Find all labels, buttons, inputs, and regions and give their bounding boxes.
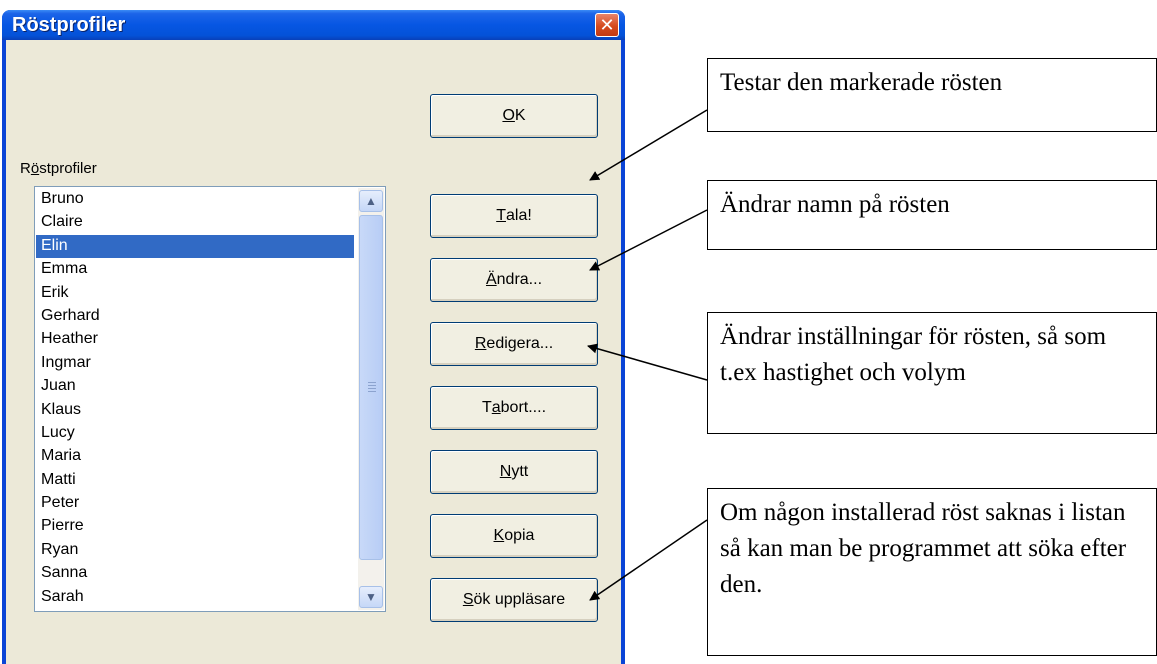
arrow-rename <box>589 209 708 271</box>
arrow-search <box>589 519 708 601</box>
arrow-speak <box>589 109 708 181</box>
annotation-arrows <box>587 109 708 601</box>
arrow-edit <box>587 343 708 381</box>
